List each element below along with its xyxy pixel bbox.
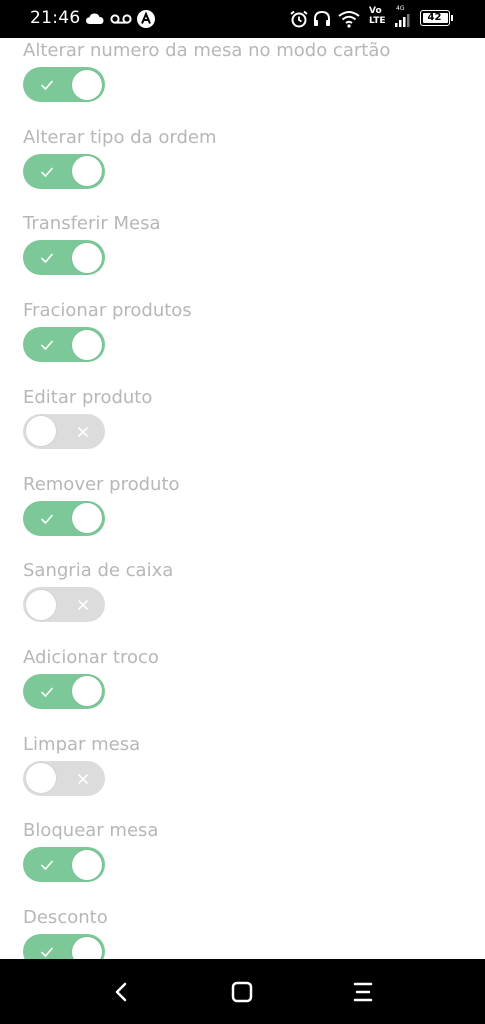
setting-label: Remover produto bbox=[23, 473, 180, 495]
toggle-knob bbox=[72, 849, 102, 880]
toggle-knob bbox=[72, 329, 102, 360]
setting-label: Sangria de caixa bbox=[23, 560, 174, 582]
cross-icon bbox=[78, 600, 88, 610]
setting-label: Fracionar produtos bbox=[23, 300, 192, 322]
voicemail-icon bbox=[110, 14, 132, 24]
setting-label: Alterar tipo da ordem bbox=[23, 126, 217, 148]
cross-icon bbox=[78, 426, 88, 437]
cloud-icon bbox=[86, 13, 104, 24]
setting-toggle[interactable] bbox=[23, 587, 105, 623]
toggle-knob bbox=[72, 242, 102, 273]
setting-label: Limpar mesa bbox=[23, 733, 141, 755]
signal-icon bbox=[395, 14, 410, 27]
setting-toggle[interactable] bbox=[23, 760, 105, 796]
setting-label: Transferir Mesa bbox=[23, 213, 161, 235]
setting-item: Bloquear mesa bbox=[23, 820, 159, 883]
setting-label: Desconto bbox=[23, 907, 108, 928]
setting-toggle[interactable] bbox=[23, 327, 105, 363]
toggle-knob bbox=[72, 676, 102, 707]
setting-toggle[interactable] bbox=[23, 673, 105, 709]
setting-toggle[interactable] bbox=[23, 500, 105, 536]
alarm-icon bbox=[290, 10, 308, 28]
volte-bottom-label: LTE bbox=[369, 16, 386, 26]
setting-toggle[interactable] bbox=[23, 413, 105, 449]
battery-icon: 42 bbox=[420, 10, 450, 26]
toggle-knob bbox=[25, 763, 56, 794]
check-icon bbox=[41, 947, 53, 957]
check-icon bbox=[41, 860, 53, 871]
setting-label: Adicionar troco bbox=[23, 646, 159, 668]
setting-item: Adicionar troco bbox=[23, 646, 159, 709]
toggle-knob bbox=[25, 589, 56, 620]
check-icon bbox=[41, 254, 53, 264]
setting-label: Bloquear mesa bbox=[23, 820, 159, 842]
setting-item: Sangria de caixa bbox=[23, 560, 174, 623]
app-badge-icon bbox=[137, 10, 155, 28]
setting-item: Transferir Mesa bbox=[23, 213, 161, 276]
cross-icon bbox=[78, 773, 88, 784]
recents-icon[interactable] bbox=[350, 979, 376, 1005]
setting-item: Desconto bbox=[23, 907, 108, 959]
setting-item: Editar produto bbox=[23, 386, 153, 449]
setting-toggle[interactable] bbox=[23, 67, 105, 102]
settings-list[interactable]: Alterar numero da mesa no modo cartão Alt… bbox=[0, 38, 485, 959]
headphones-icon bbox=[314, 10, 330, 26]
check-icon bbox=[41, 687, 53, 697]
back-icon[interactable] bbox=[109, 979, 135, 1005]
wifi-icon bbox=[338, 11, 360, 28]
battery-tip bbox=[451, 15, 453, 21]
volte-indicator: Vo LTE bbox=[369, 6, 389, 34]
check-icon bbox=[41, 340, 53, 350]
setting-label: Alterar numero da mesa no modo cartão bbox=[23, 40, 391, 61]
setting-item: Alterar tipo da ordem bbox=[23, 126, 217, 189]
setting-toggle[interactable] bbox=[23, 153, 105, 189]
setting-item: Fracionar produtos bbox=[23, 300, 192, 363]
setting-toggle[interactable] bbox=[23, 847, 105, 883]
home-icon[interactable] bbox=[229, 979, 255, 1005]
setting-item: Remover produto bbox=[23, 473, 180, 536]
setting-item: Alterar numero da mesa no modo cartão bbox=[23, 40, 391, 102]
volte-top-label: Vo bbox=[369, 6, 382, 16]
toggle-knob bbox=[72, 936, 102, 959]
toggle-knob bbox=[72, 503, 102, 533]
toggle-knob bbox=[25, 416, 56, 447]
setting-item: Limpar mesa bbox=[23, 733, 141, 796]
navigation-bar bbox=[0, 959, 485, 1024]
check-icon bbox=[41, 80, 53, 90]
toggle-knob bbox=[72, 69, 102, 100]
setting-toggle[interactable] bbox=[23, 240, 105, 276]
toggle-knob bbox=[72, 156, 102, 187]
check-icon bbox=[41, 514, 53, 524]
battery-level: 42 bbox=[427, 12, 442, 23]
status-time: 21:46 bbox=[30, 8, 81, 28]
status-bar: 21:46 Vo LTE 4G 42 bbox=[0, 0, 485, 38]
check-icon bbox=[41, 167, 53, 177]
setting-label: Editar produto bbox=[23, 386, 153, 408]
setting-toggle[interactable] bbox=[23, 934, 105, 959]
